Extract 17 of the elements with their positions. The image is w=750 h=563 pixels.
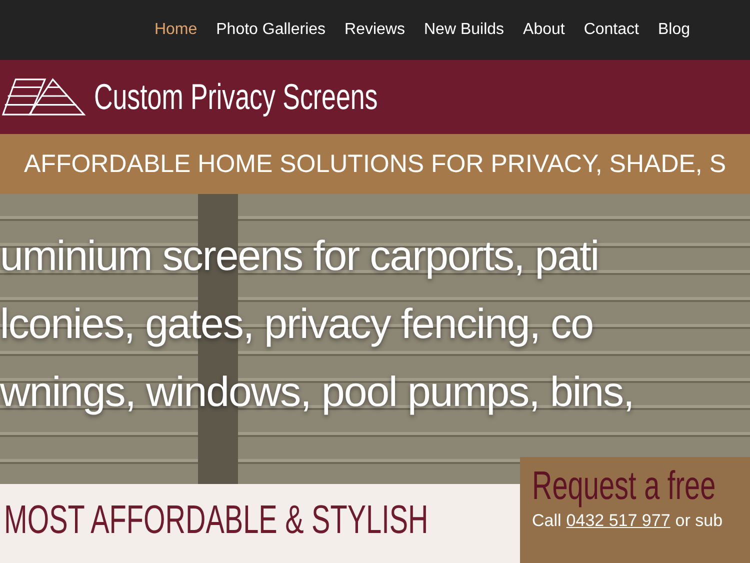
site-title: Custom Privacy Screens <box>94 76 378 118</box>
logo-icon <box>2 77 86 117</box>
hero-headline: uminium screens for carports, pati <box>0 231 600 281</box>
call-text: Call <box>532 511 562 531</box>
nav-link[interactable]: Reviews <box>344 21 405 39</box>
hero-headline: lconies, gates, privacy fencing, co <box>0 299 594 349</box>
submit-text: or sub <box>675 511 723 531</box>
nav-link[interactable]: Blog <box>658 21 690 39</box>
intro-heading: MOST AFFORDABLE & STYLISH <box>4 498 428 542</box>
nav-link[interactable]: Photo Galleries <box>216 21 326 39</box>
phone-link[interactable]: 0432 517 977 <box>566 511 670 531</box>
quote-title: Request a free <box>532 463 716 510</box>
tagline: AFFORDABLE HOME SOLUTIONS FOR PRIVACY, SHADE, S <box>24 150 726 178</box>
nav-link[interactable]: About <box>523 21 565 39</box>
nav-link[interactable]: Contact <box>584 21 639 39</box>
nav-link[interactable]: New Builds <box>424 21 504 39</box>
nav-link[interactable]: Home <box>154 21 198 39</box>
